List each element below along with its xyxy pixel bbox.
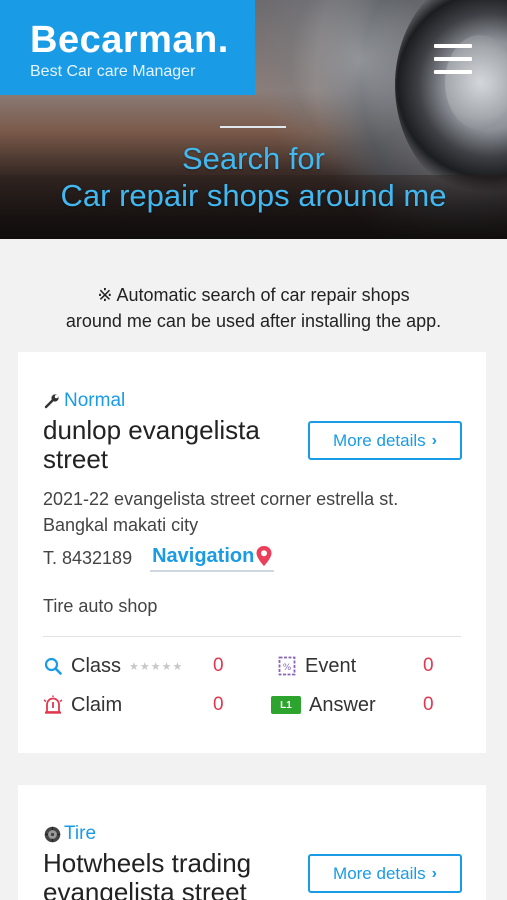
stat-answer-label: Answer xyxy=(309,693,376,716)
hero-title: Search for Car repair shops around me xyxy=(0,140,507,214)
stat-class-label: Class xyxy=(71,654,122,677)
rating-stars: ★★★★★ xyxy=(129,660,184,673)
shop-phone[interactable]: T. 8432189 xyxy=(43,548,132,569)
stat-claim-label: Claim xyxy=(71,693,123,716)
event-coupon-icon: % xyxy=(277,656,297,676)
search-icon xyxy=(43,656,63,676)
shop-name[interactable]: Hotwheels trading evangelista street xyxy=(43,849,303,900)
hamburger-menu-icon[interactable] xyxy=(434,44,472,74)
map-pin-icon xyxy=(256,546,272,566)
chevron-right-icon: › xyxy=(431,431,437,449)
stat-class: Class ★★★★★ xyxy=(43,653,183,679)
shop-address: 2021-22 evangelista street corner estrel… xyxy=(43,489,399,535)
chevron-right-icon: › xyxy=(431,864,437,882)
shop-card: Normal dunlop evangelista street More de… xyxy=(18,352,486,753)
category-label: Normal xyxy=(64,390,126,411)
brand-tagline: Best Car care Manager xyxy=(30,63,196,80)
notice-line2: around me can be used after installing t… xyxy=(65,311,442,331)
hero-title-line2: Car repair shops around me xyxy=(60,178,447,213)
more-details-label: More details xyxy=(333,430,426,450)
stat-class-value: 0 xyxy=(213,655,224,676)
notice-line1: ※ Automatic search of car repair shops xyxy=(97,285,410,305)
more-details-label: More details xyxy=(333,863,426,883)
shop-name[interactable]: dunlop evangelista street xyxy=(43,416,303,474)
hero-banner: Becarman. Best Car care Manager Search f… xyxy=(0,0,507,239)
shop-stats: Class ★★★★★ 0 % Event 0 Claim 0 L1 Answe… xyxy=(43,637,461,727)
stat-answer: L1 Answer xyxy=(271,692,376,718)
logo[interactable]: Becarman. Best Car care Manager xyxy=(0,0,255,95)
shop-card: Tire Hotwheels trading evangelista stree… xyxy=(18,785,486,900)
stat-event: % Event xyxy=(277,653,356,679)
shop-category: Normal xyxy=(43,390,461,412)
stat-claim-value: 0 xyxy=(213,694,224,715)
more-details-button[interactable]: More details › xyxy=(308,421,462,460)
navigation-label: Navigation xyxy=(152,544,255,567)
stat-claim: Claim xyxy=(43,692,122,718)
navigation-link[interactable]: Navigation xyxy=(150,544,275,572)
stat-event-value: 0 xyxy=(423,655,434,676)
wrench-icon xyxy=(43,392,61,410)
svg-text:%: % xyxy=(283,663,292,673)
shop-category: Tire xyxy=(43,823,461,845)
siren-icon xyxy=(43,695,63,715)
stat-event-label: Event xyxy=(305,654,357,677)
category-label: Tire xyxy=(64,823,97,844)
more-details-button[interactable]: More details › xyxy=(308,854,462,893)
hero-divider xyxy=(220,126,286,128)
hero-title-line1: Search for xyxy=(181,141,325,176)
shop-description: Tire auto shop xyxy=(43,596,158,616)
app-notice: ※ Automatic search of car repair shops a… xyxy=(0,282,507,334)
tire-icon xyxy=(43,825,61,843)
answer-level-badge: L1 xyxy=(271,696,301,714)
brand-name: Becarman. xyxy=(30,19,229,61)
stat-answer-value: 0 xyxy=(423,694,434,715)
